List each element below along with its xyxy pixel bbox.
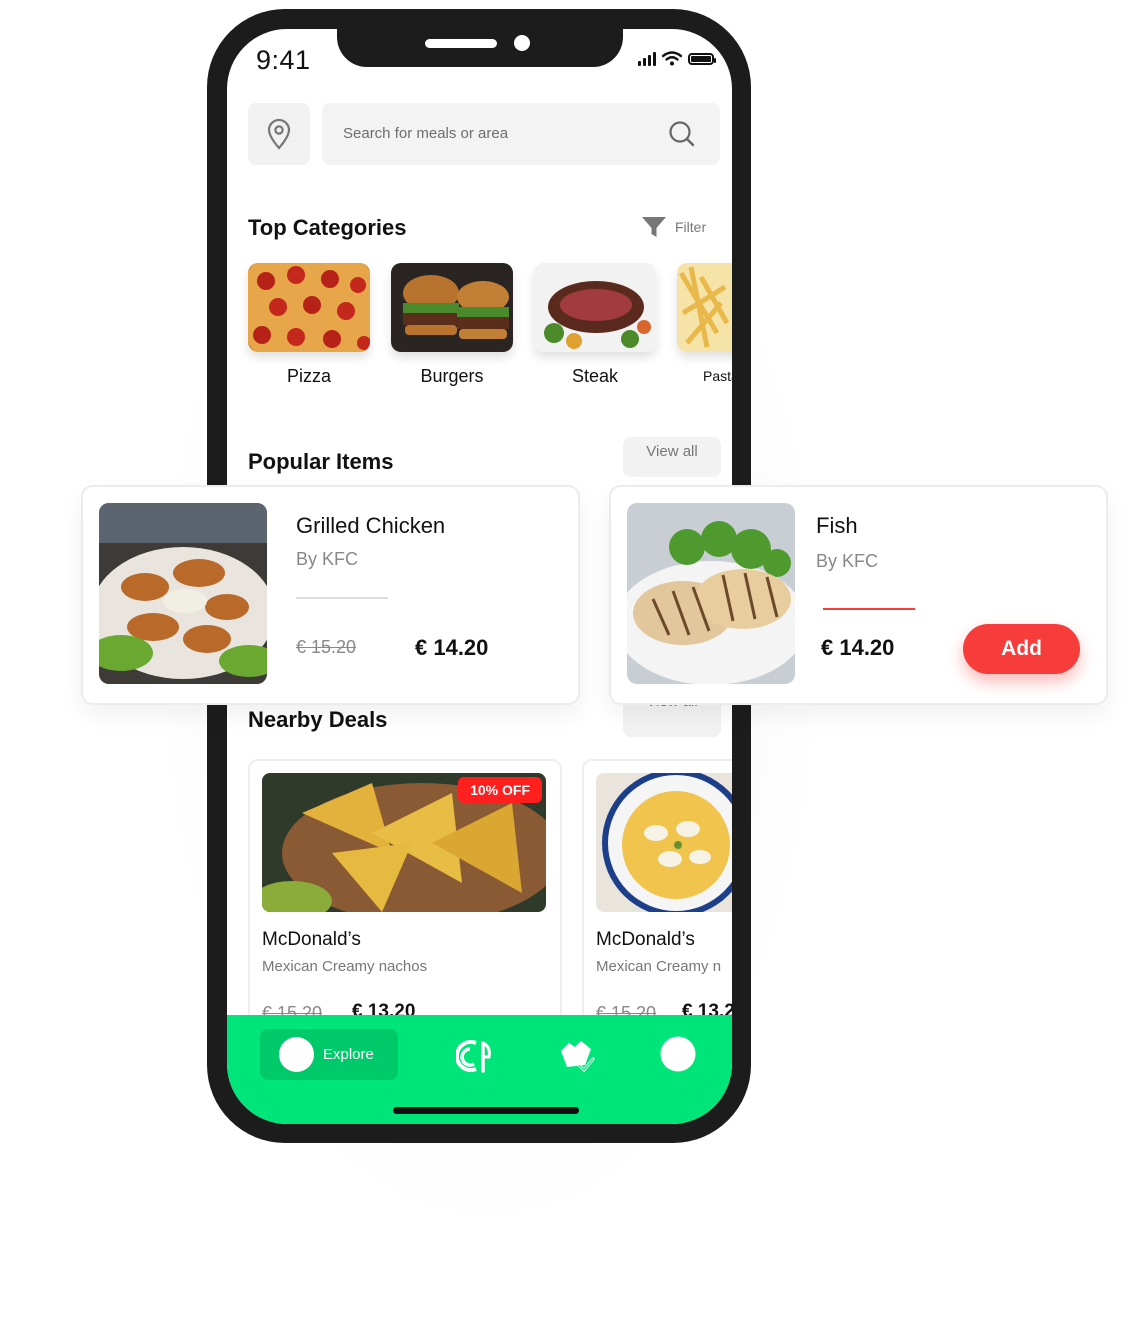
filter-label: Filter	[675, 219, 707, 235]
ceviche-image	[596, 773, 732, 912]
fish-image	[627, 503, 795, 684]
location-button[interactable]	[248, 103, 310, 165]
search-input[interactable]: Search for meals or area	[343, 125, 508, 142]
category-pizza[interactable]: Pizza	[248, 263, 370, 387]
popular-item-card[interactable]: Grilled Chicken By KFC € 15.20 € 14.20	[81, 485, 580, 705]
item-old-price: € 15.20	[296, 637, 357, 657]
steak-image	[534, 263, 656, 352]
category-label: Pizza	[286, 366, 331, 386]
item-restaurant: By KFC	[816, 551, 879, 571]
category-label: Steak	[571, 366, 619, 386]
deal-description: Mexican Creamy nachos	[262, 958, 428, 975]
add-button[interactable]: Add	[963, 624, 1080, 674]
popular-view-all-button[interactable]: View all	[623, 437, 721, 477]
status-icons	[638, 51, 716, 66]
favorites-icon[interactable]	[557, 1037, 597, 1080]
divider	[296, 597, 388, 599]
deal-restaurant-name: McDonald’s	[596, 929, 695, 950]
wifi-icon	[662, 51, 682, 66]
item-price: € 14.20	[821, 635, 895, 660]
search-icon[interactable]	[668, 120, 696, 153]
home-indicator	[393, 1107, 579, 1114]
filter-icon	[642, 217, 666, 237]
phone-notch	[337, 29, 623, 67]
location-pin-icon	[267, 118, 291, 150]
explore-icon	[279, 1037, 314, 1072]
signal-icon	[638, 51, 656, 66]
speaker	[425, 39, 497, 48]
popular-items-title: Popular Items	[248, 449, 394, 474]
status-time: 9:41	[256, 45, 311, 75]
top-categories-title: Top Categories	[248, 215, 407, 240]
profile-icon[interactable]	[660, 1036, 696, 1077]
divider	[823, 608, 915, 610]
search-bar[interactable]: Search for meals or area	[322, 103, 720, 165]
pasta-image	[677, 263, 732, 352]
deal-card[interactable]: McDonald’s Mexican Creamy n € 15.20 € 13…	[582, 759, 732, 1043]
category-steak[interactable]: Steak	[534, 263, 656, 387]
camera	[514, 35, 530, 51]
nav-explore-button[interactable]: Explore	[260, 1029, 398, 1080]
nearby-deals-title: Nearby Deals	[248, 707, 388, 732]
deal-restaurant-name: McDonald’s	[262, 929, 361, 950]
battery-icon	[688, 52, 716, 65]
filter-button[interactable]: Filter	[641, 215, 706, 239]
item-name: Fish	[816, 513, 858, 538]
popular-item-card[interactable]: Fish By KFC € 14.20 Add	[609, 485, 1108, 705]
pizza-image	[248, 263, 370, 352]
deal-description: Mexican Creamy n	[596, 958, 722, 975]
item-name: Grilled Chicken	[296, 513, 446, 538]
bottom-nav: Explore	[227, 1015, 732, 1124]
nachos-image: 10% OFF	[262, 773, 546, 912]
burgers-image	[391, 263, 513, 352]
nav-explore-label: Explore	[323, 1046, 374, 1063]
restaurant-icon[interactable]	[454, 1037, 494, 1080]
discount-badge: 10% OFF	[458, 777, 542, 803]
grilled-chicken-image	[99, 503, 267, 684]
category-label: Burgers	[420, 366, 484, 386]
category-pasta[interactable]: Pasta	[677, 263, 732, 384]
category-label: Pasta	[703, 368, 732, 384]
item-restaurant: By KFC	[296, 549, 359, 569]
category-burgers[interactable]: Burgers	[391, 263, 513, 387]
deal-card[interactable]: 10% OFF McDonald’s Mexican Creamy nachos…	[248, 759, 562, 1043]
item-price: € 14.20	[415, 635, 489, 660]
